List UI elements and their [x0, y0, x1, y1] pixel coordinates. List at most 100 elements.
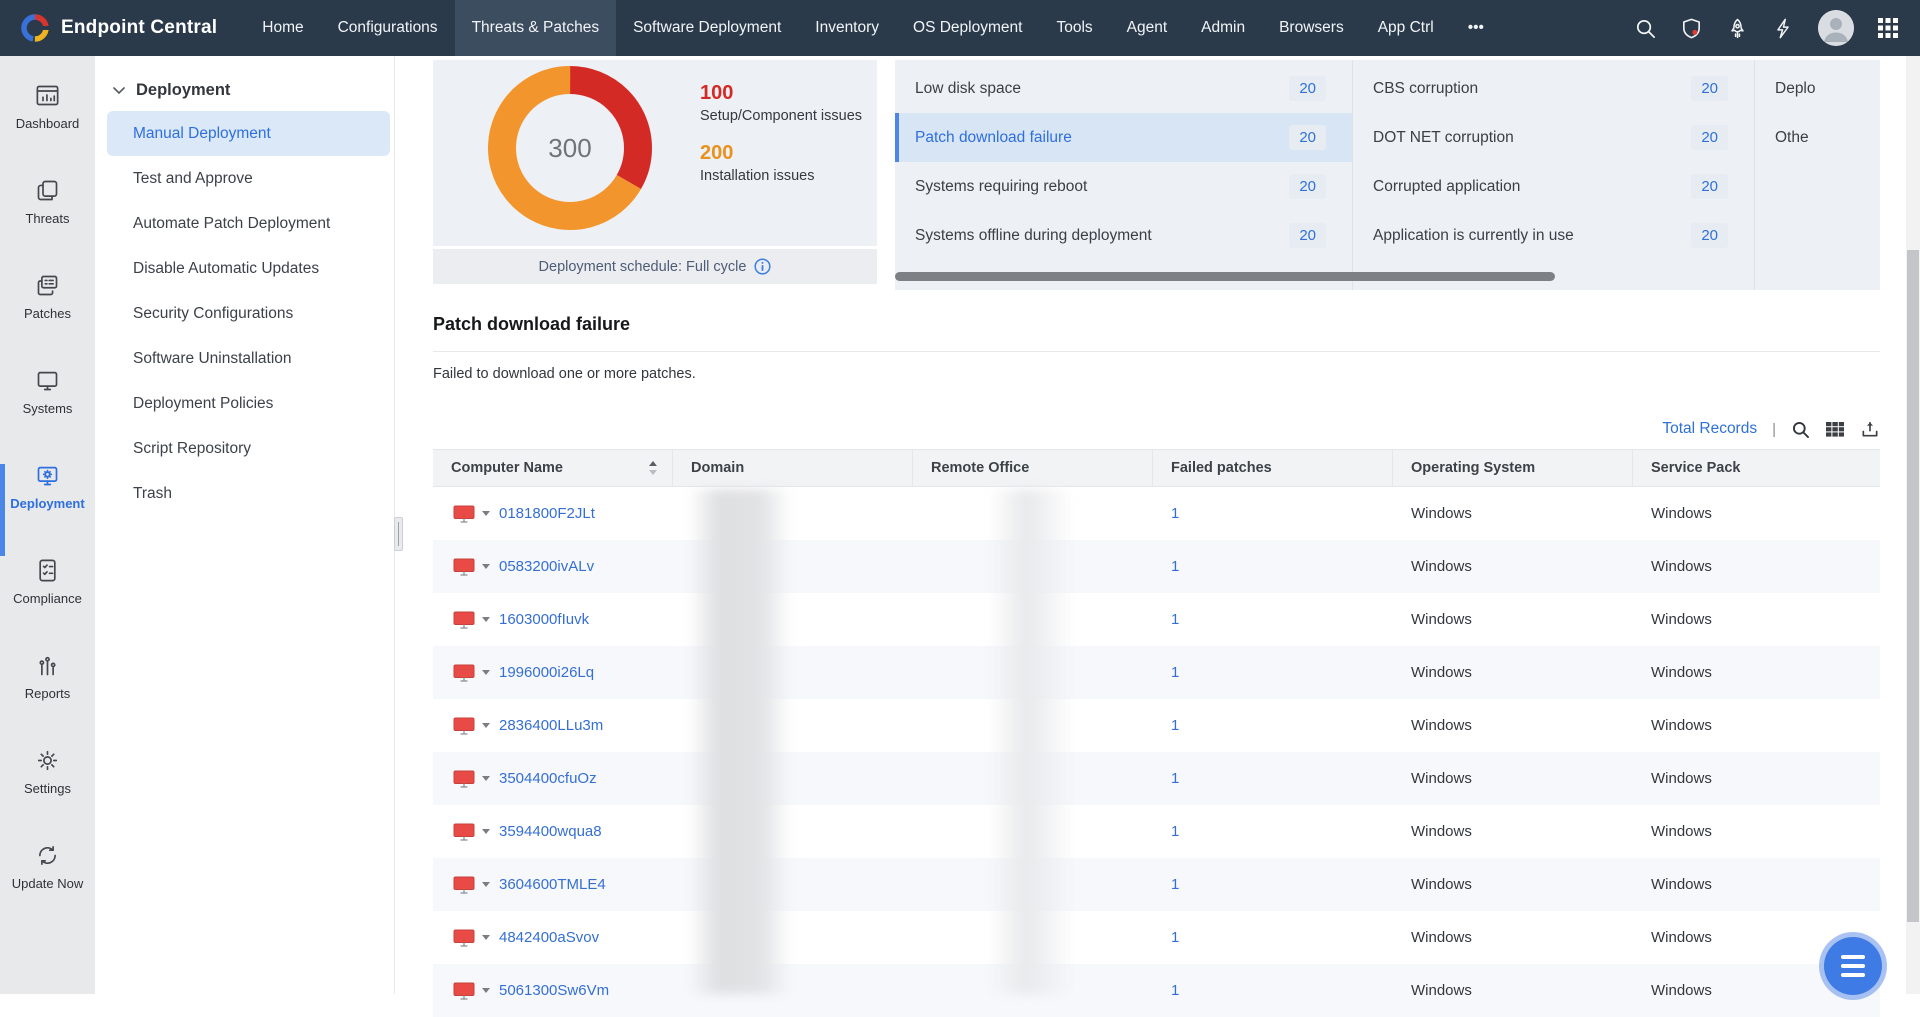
- row-dropdown-caret[interactable]: [482, 511, 490, 516]
- column-chooser-icon[interactable]: [1825, 419, 1845, 439]
- rail-item-threats[interactable]: Threats: [0, 177, 95, 272]
- row-dropdown-caret[interactable]: [482, 935, 490, 940]
- issue-count-badge[interactable]: 20: [1289, 174, 1326, 199]
- export-icon[interactable]: [1860, 419, 1880, 439]
- issue-count-badge[interactable]: 20: [1691, 174, 1728, 199]
- issue-cbs-corruption[interactable]: CBS corruption 20: [1353, 64, 1754, 113]
- computer-icon[interactable]: [453, 505, 475, 523]
- computer-name-link[interactable]: 3594400wqua8: [499, 823, 602, 840]
- col-remote-office[interactable]: Remote Office: [913, 450, 1153, 486]
- issue-systems-offline[interactable]: Systems offline during deployment 20: [895, 211, 1352, 260]
- failed-patches-link[interactable]: 1: [1171, 929, 1179, 946]
- computer-name-link[interactable]: 1603000fIuvk: [499, 611, 589, 628]
- failed-patches-link[interactable]: 1: [1171, 558, 1179, 575]
- col-operating-system[interactable]: Operating System: [1393, 450, 1633, 486]
- sidebar-item-software-uninstallation[interactable]: Software Uninstallation: [107, 336, 390, 381]
- nav-item-tools[interactable]: Tools: [1039, 0, 1109, 56]
- failed-patches-link[interactable]: 1: [1171, 505, 1179, 522]
- rail-item-systems[interactable]: Systems: [0, 367, 95, 462]
- issue-count-badge[interactable]: 20: [1691, 125, 1728, 150]
- row-dropdown-caret[interactable]: [482, 776, 490, 781]
- failed-patches-link[interactable]: 1: [1171, 611, 1179, 628]
- sidebar-resize-handle[interactable]: [394, 517, 403, 551]
- col-domain[interactable]: Domain: [673, 450, 913, 486]
- nav-item-app-ctrl[interactable]: App Ctrl: [1361, 0, 1451, 56]
- computer-icon[interactable]: [453, 717, 475, 735]
- nav-item-browsers[interactable]: Browsers: [1262, 0, 1361, 56]
- issue-count-badge[interactable]: 20: [1691, 76, 1728, 101]
- computer-name-link[interactable]: 3604600TMLE4: [499, 876, 606, 893]
- sidebar-item-trash[interactable]: Trash: [107, 471, 390, 516]
- nav-item-inventory[interactable]: Inventory: [798, 0, 896, 56]
- brand[interactable]: Endpoint Central: [0, 13, 245, 43]
- failed-patches-link[interactable]: 1: [1171, 823, 1179, 840]
- computer-icon[interactable]: [453, 929, 475, 947]
- rail-item-reports[interactable]: Reports: [0, 652, 95, 747]
- table-row[interactable]: 2836400LLu3m 1 Windows Windows: [433, 699, 1880, 752]
- nav-item-more[interactable]: •••: [1451, 0, 1501, 56]
- row-dropdown-caret[interactable]: [482, 670, 490, 675]
- computer-name-link[interactable]: 3504400cfuOz: [499, 770, 597, 787]
- page-scrollbar-thumb[interactable]: [1907, 250, 1919, 922]
- sidebar-item-script-repository[interactable]: Script Repository: [107, 426, 390, 471]
- issue-count-badge[interactable]: 20: [1691, 223, 1728, 248]
- sidebar-item-security-configurations[interactable]: Security Configurations: [107, 291, 390, 336]
- computer-icon[interactable]: [453, 876, 475, 894]
- table-row[interactable]: 1603000fIuvk 1 Windows Windows: [433, 593, 1880, 646]
- row-dropdown-caret[interactable]: [482, 723, 490, 728]
- sort-icon[interactable]: [648, 460, 658, 476]
- apps-grid-icon[interactable]: [1877, 17, 1900, 40]
- computer-name-link[interactable]: 0583200ivALv: [499, 558, 594, 575]
- row-dropdown-caret[interactable]: [482, 617, 490, 622]
- nav-item-admin[interactable]: Admin: [1184, 0, 1262, 56]
- sidebar-item-manual-deployment[interactable]: Manual Deployment: [107, 111, 390, 156]
- table-row[interactable]: 4842400aSvov 1 Windows Windows: [433, 911, 1880, 964]
- table-row[interactable]: 0181800F2JLt 1 Windows Windows: [433, 487, 1880, 540]
- row-dropdown-caret[interactable]: [482, 564, 490, 569]
- computer-name-link[interactable]: 1996000i26Lq: [499, 664, 594, 681]
- table-row[interactable]: 3604600TMLE4 1 Windows Windows: [433, 858, 1880, 911]
- failed-patches-link[interactable]: 1: [1171, 982, 1179, 999]
- computer-name-link[interactable]: 2836400LLu3m: [499, 717, 603, 734]
- rocket-icon[interactable]: [1726, 17, 1749, 40]
- computer-name-link[interactable]: 4842400aSvov: [499, 929, 599, 946]
- issue-application-in-use[interactable]: Application is currently in use 20: [1353, 211, 1754, 260]
- issue-deployment-clipped[interactable]: Deplo: [1755, 64, 1880, 113]
- col-failed-patches[interactable]: Failed patches: [1153, 450, 1393, 486]
- issue-count-badge[interactable]: 20: [1289, 125, 1326, 150]
- table-row[interactable]: 0583200ivALv 1 Windows Windows: [433, 540, 1880, 593]
- sidebar-section-header[interactable]: Deployment: [95, 78, 394, 111]
- lightning-bolt-icon[interactable]: [1772, 17, 1795, 40]
- col-service-pack[interactable]: Service Pack: [1633, 450, 1880, 486]
- total-records-link[interactable]: Total Records: [1662, 420, 1757, 438]
- issues-horizontal-scrollbar[interactable]: [895, 272, 1555, 281]
- sidebar-item-deployment-policies[interactable]: Deployment Policies: [107, 381, 390, 426]
- issue-other-clipped[interactable]: Othe: [1755, 113, 1880, 162]
- computer-icon[interactable]: [453, 611, 475, 629]
- computer-icon[interactable]: [453, 823, 475, 841]
- issue-count-badge[interactable]: 20: [1289, 76, 1326, 101]
- computer-name-link[interactable]: 0181800F2JLt: [499, 505, 595, 522]
- issue-low-disk-space[interactable]: Low disk space 20: [895, 64, 1352, 113]
- rail-item-update-now[interactable]: Update Now: [0, 842, 95, 937]
- issue-systems-requiring-reboot[interactable]: Systems requiring reboot 20: [895, 162, 1352, 211]
- row-dropdown-caret[interactable]: [482, 829, 490, 834]
- table-row[interactable]: 3594400wqua8 1 Windows Windows: [433, 805, 1880, 858]
- info-icon[interactable]: [754, 258, 771, 275]
- rail-item-compliance[interactable]: Compliance: [0, 557, 95, 652]
- rail-item-patches[interactable]: Patches: [0, 272, 95, 367]
- issues-donut-chart[interactable]: 300: [485, 63, 655, 233]
- failed-patches-link[interactable]: 1: [1171, 717, 1179, 734]
- sidebar-item-disable-automatic-updates[interactable]: Disable Automatic Updates: [107, 246, 390, 291]
- rail-item-settings[interactable]: Settings: [0, 747, 95, 842]
- nav-item-os-deployment[interactable]: OS Deployment: [896, 0, 1039, 56]
- failed-patches-link[interactable]: 1: [1171, 770, 1179, 787]
- search-icon[interactable]: [1634, 17, 1657, 40]
- issue-corrupted-application[interactable]: Corrupted application 20: [1353, 162, 1754, 211]
- sidebar-item-automate-patch-deployment[interactable]: Automate Patch Deployment: [107, 201, 390, 246]
- security-shield-icon[interactable]: [1680, 17, 1703, 40]
- col-computer-name[interactable]: Computer Name: [433, 450, 673, 486]
- table-row[interactable]: 3504400cfuOz 1 Windows Windows: [433, 752, 1880, 805]
- nav-item-software-deployment[interactable]: Software Deployment: [616, 0, 798, 56]
- table-search-icon[interactable]: [1791, 420, 1810, 439]
